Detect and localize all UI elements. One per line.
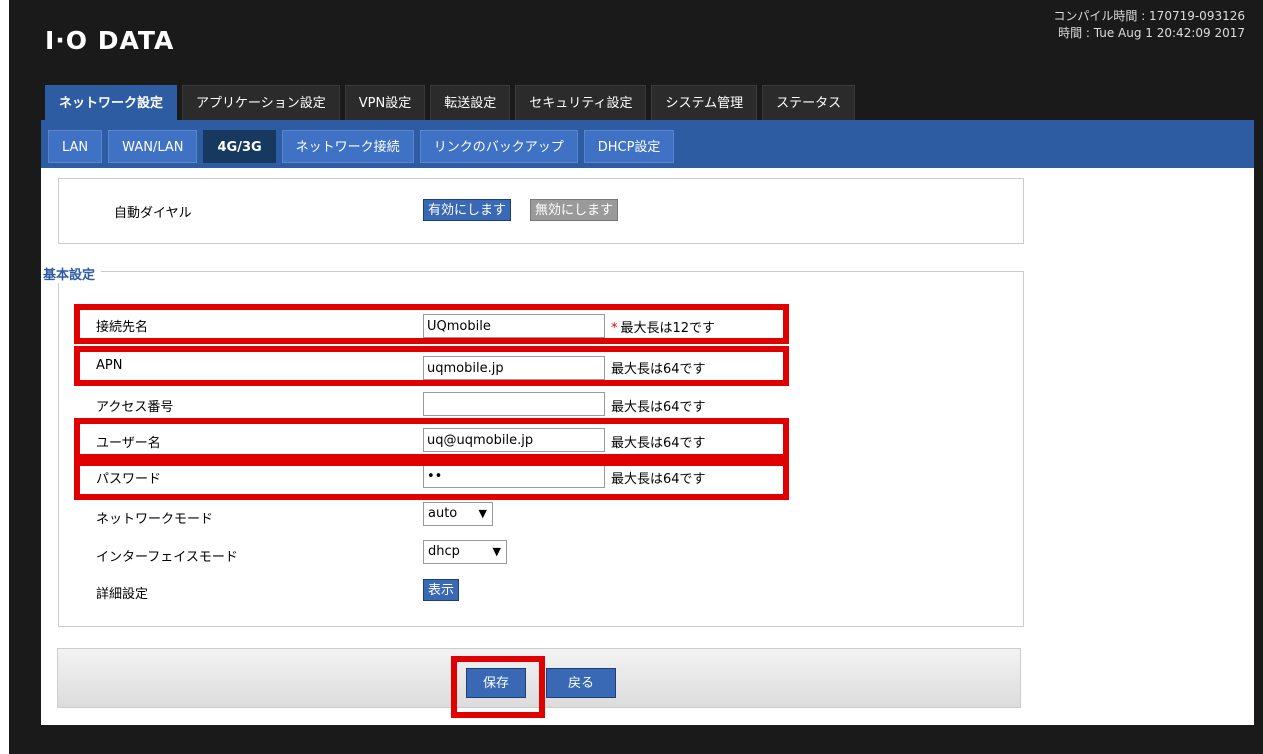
app-frame: I·O DATA コンパイル時間 : 170719-093126 時間 : Tu… xyxy=(9,0,1263,754)
subtab-dhcp-settings[interactable]: DHCP設定 xyxy=(583,130,675,163)
subtab-network-connection[interactable]: ネットワーク接続 xyxy=(281,130,414,163)
subtab-wan-lan[interactable]: WAN/LAN xyxy=(108,130,198,163)
auto-dial-enable-button[interactable]: 有効にします xyxy=(423,199,512,221)
time-info: コンパイル時間 : 170719-093126 時間 : Tue Aug 1 2… xyxy=(1053,8,1245,42)
detail-settings-label: 詳細設定 xyxy=(96,587,149,602)
auto-dial-box: 自動ダイヤル 有効にします 無効にします xyxy=(58,178,1024,244)
auto-dial-disable-button[interactable]: 無効にします xyxy=(530,199,619,221)
connection-name-label: 接続先名 xyxy=(96,320,149,335)
connection-name-field[interactable] xyxy=(423,314,605,338)
back-button[interactable]: 戻る xyxy=(546,668,616,698)
show-detail-button[interactable]: 表示 xyxy=(423,579,460,601)
save-button[interactable]: 保存 xyxy=(466,668,526,698)
interface-mode-select[interactable]: dhcp ▼ xyxy=(423,540,507,564)
network-mode-select[interactable]: auto ▼ xyxy=(423,502,493,526)
subtab-4g3g[interactable]: 4G/3G xyxy=(203,130,276,163)
tab-application-settings[interactable]: アプリケーション設定 xyxy=(182,85,340,120)
tab-forwarding-settings[interactable]: 転送設定 xyxy=(430,85,511,120)
chevron-down-icon: ▼ xyxy=(478,507,487,520)
interface-mode-label: インターフェイスモード xyxy=(96,550,238,565)
access-number-hint: 最大長は64です xyxy=(611,400,706,415)
password-hint: 最大長は64です xyxy=(611,472,706,487)
main-tabs: ネットワーク設定 アプリケーション設定 VPN設定 転送設定 セキュリティ設定 … xyxy=(45,85,860,120)
auto-dial-label: 自動ダイヤル xyxy=(114,206,192,221)
current-time-text: 時間 : Tue Aug 1 20:42:09 2017 xyxy=(1058,26,1245,40)
subtab-link-backup[interactable]: リンクのバックアップ xyxy=(419,130,578,163)
basic-settings-legend: 基本設定 xyxy=(43,264,102,283)
tab-network-settings[interactable]: ネットワーク設定 xyxy=(45,85,178,120)
tab-vpn-settings[interactable]: VPN設定 xyxy=(344,85,426,120)
subtab-lan[interactable]: LAN xyxy=(48,130,103,163)
sub-tabs: LAN WAN/LAN 4G/3G ネットワーク接続 リンクのバックアップ DH… xyxy=(48,130,680,163)
network-mode-label: ネットワークモード xyxy=(96,512,214,527)
content-panel: 自動ダイヤル 有効にします 無効にします 基本設定 接続先名 *最大長は12です… xyxy=(41,168,1254,725)
password-field[interactable] xyxy=(423,464,605,488)
chevron-down-icon: ▼ xyxy=(492,545,501,558)
username-label: ユーザー名 xyxy=(96,436,161,451)
access-number-field[interactable] xyxy=(423,392,605,416)
tab-security-settings[interactable]: セキュリティ設定 xyxy=(515,85,647,120)
apn-label: APN xyxy=(96,358,123,373)
compile-time-text: コンパイル時間 : 170719-093126 xyxy=(1053,9,1245,23)
apn-hint: 最大長は64です xyxy=(611,362,706,377)
action-bar xyxy=(57,648,1021,708)
apn-field[interactable] xyxy=(423,356,605,380)
username-hint: 最大長は64です xyxy=(611,436,706,451)
io-data-logo: I·O DATA xyxy=(45,26,175,55)
access-number-label: アクセス番号 xyxy=(96,400,174,415)
connection-name-hint-text: 最大長は12です xyxy=(620,321,716,336)
password-label: パスワード xyxy=(96,472,162,487)
connection-name-hint: * 最大長は12です xyxy=(611,317,715,336)
tab-system-management[interactable]: システム管理 xyxy=(651,85,758,120)
required-asterisk: * xyxy=(611,321,618,336)
username-field[interactable] xyxy=(423,428,605,452)
network-mode-value: auto xyxy=(428,506,458,521)
tab-status[interactable]: ステータス xyxy=(762,85,856,120)
interface-mode-value: dhcp xyxy=(428,544,460,559)
